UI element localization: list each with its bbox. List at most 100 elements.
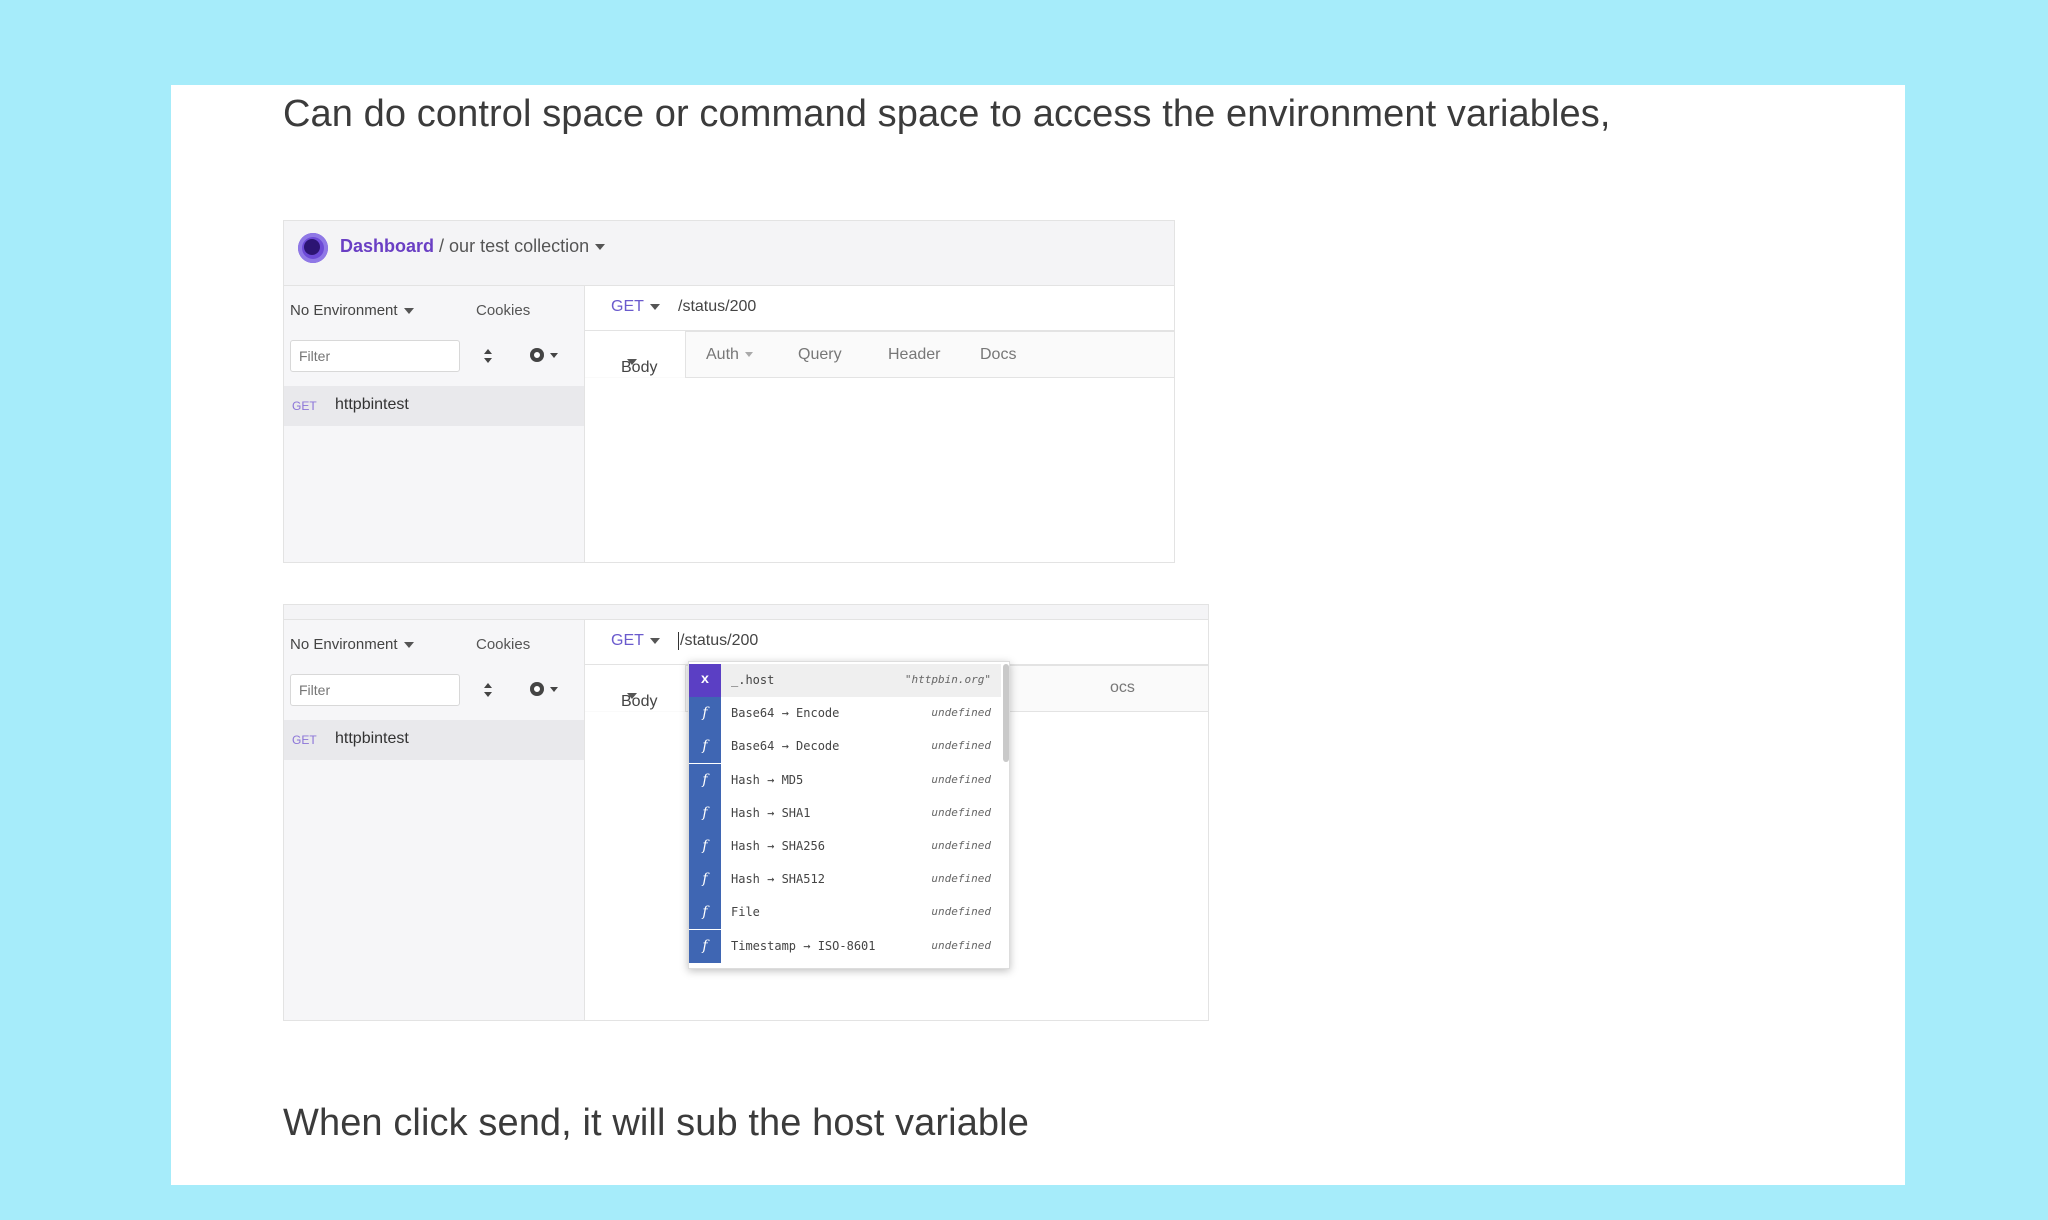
autocomplete-item[interactable]: f Hash → SHA256 undefined — [689, 830, 1001, 863]
request-name: httpbintest — [335, 730, 409, 747]
autocomplete-item-value: undefined — [931, 872, 991, 886]
function-icon: f — [689, 863, 721, 897]
chevron-down-icon — [403, 308, 414, 315]
function-icon: f — [689, 796, 721, 830]
autocomplete-scrollbar[interactable] — [1003, 664, 1009, 762]
url-input[interactable]: /status/200 — [678, 632, 758, 650]
autocomplete-item[interactable]: f Base64 → Encode undefined — [689, 697, 1001, 731]
note-page: Can do control space or command space to… — [171, 85, 1905, 1185]
autocomplete-item-name: File — [731, 905, 760, 920]
screenshot-autocomplete-view: No Environment Cookies GET httpbintest G… — [283, 604, 1209, 1021]
breadcrumb[interactable]: Dashboard / our test collection — [340, 236, 606, 257]
request-name: httpbintest — [335, 396, 409, 413]
autocomplete-item-name: Hash → SHA1 — [731, 805, 811, 820]
chevron-down-icon — [649, 637, 660, 644]
tab-docs[interactable]: Docs — [980, 346, 1016, 364]
breadcrumb-separator: / — [434, 236, 450, 256]
sort-icon[interactable] — [482, 680, 494, 700]
chevron-down-icon[interactable] — [550, 687, 558, 692]
app-header: Dashboard / our test collection — [284, 221, 1174, 286]
breadcrumb-dashboard[interactable]: Dashboard — [340, 236, 434, 256]
autocomplete-dropdown: x _.host "httpbin.org" f Base64 → Encode unde… — [688, 661, 1010, 969]
note-text-bottom: When click send, it will sub the host va… — [283, 1102, 1029, 1144]
autocomplete-item[interactable]: f File undefined — [689, 896, 1001, 930]
autocomplete-item-value: undefined — [931, 706, 991, 720]
filter-input[interactable] — [290, 674, 460, 706]
chevron-down-icon[interactable] — [550, 353, 558, 358]
autocomplete-item-value: undefined — [931, 938, 991, 952]
insomnia-logo-icon — [298, 233, 328, 263]
method-selector[interactable]: GET — [611, 632, 660, 650]
method-label: GET — [611, 632, 644, 649]
note-text-top: Can do control space or command space to… — [283, 93, 1611, 135]
autocomplete-item-value: undefined — [931, 839, 991, 852]
autocomplete-item-name: Hash → SHA256 — [731, 839, 825, 853]
request-method-badge: GET — [292, 733, 317, 747]
autocomplete-item-value: undefined — [931, 739, 991, 753]
function-icon: f — [689, 763, 721, 797]
autocomplete-item-value: undefined — [931, 772, 991, 786]
autocomplete-item[interactable]: f Hash → SHA1 undefined — [689, 796, 1001, 830]
function-icon: f — [689, 830, 721, 863]
environment-label: No Environment — [290, 636, 398, 653]
breadcrumb-collection[interactable]: our test collection — [449, 236, 589, 256]
autocomplete-item-value: "httpbin.org" — [904, 673, 991, 686]
autocomplete-item-name: Base64 → Decode — [731, 739, 840, 754]
chevron-down-icon — [403, 642, 414, 649]
request-list-item[interactable]: GET httpbintest — [284, 386, 584, 426]
request-tabs: Body Auth Query Header Docs — [585, 331, 1174, 378]
url-bar: GET /status/200 — [585, 620, 1208, 665]
function-icon: f — [689, 929, 721, 963]
autocomplete-item[interactable]: f Base64 → Decode undefined — [689, 730, 1001, 764]
request-list-item[interactable]: GET httpbintest — [284, 720, 584, 760]
method-label: GET — [611, 298, 644, 315]
chevron-down-icon — [744, 352, 753, 358]
sidebar: No Environment Cookies GET httpbintest — [284, 620, 585, 1020]
url-text: /status/200 — [680, 632, 759, 650]
url-input[interactable]: /status/200 — [678, 298, 756, 316]
environment-selector[interactable]: No Environment — [290, 636, 414, 653]
chevron-down-icon[interactable] — [595, 244, 606, 251]
cookies-button[interactable]: Cookies — [476, 636, 530, 653]
autocomplete-item[interactable]: x _.host "httpbin.org" — [689, 664, 1001, 697]
autocomplete-item[interactable]: f Hash → MD5 undefined — [689, 763, 1001, 797]
function-icon: f — [689, 697, 721, 731]
gear-icon[interactable] — [530, 348, 544, 362]
tab-auth-label: Auth — [706, 346, 739, 363]
autocomplete-item[interactable]: f Timestamp → ISO-8601 undefined — [689, 929, 1001, 963]
cookies-button[interactable]: Cookies — [476, 302, 530, 319]
variable-icon: x — [689, 664, 721, 697]
environment-selector[interactable]: No Environment — [290, 302, 414, 319]
function-icon: f — [689, 896, 721, 930]
gear-icon[interactable] — [530, 682, 544, 696]
sort-icon[interactable] — [482, 346, 494, 366]
filter-input[interactable] — [290, 340, 460, 372]
autocomplete-item[interactable]: f Hash → SHA512 undefined — [689, 863, 1001, 897]
function-icon: f — [689, 730, 721, 764]
autocomplete-item-value: undefined — [931, 805, 991, 819]
autocomplete-item-name: Hash → SHA512 — [731, 872, 825, 887]
tab-strip: Auth Query Header Docs — [685, 331, 1174, 378]
autocomplete-item-value: undefined — [931, 905, 991, 919]
chevron-down-icon — [649, 303, 660, 310]
method-selector[interactable]: GET — [611, 298, 660, 316]
autocomplete-item-name: Base64 → Encode — [731, 706, 840, 721]
tab-header[interactable]: Header — [888, 346, 940, 364]
request-method-badge: GET — [292, 399, 317, 413]
text-cursor — [678, 632, 679, 650]
autocomplete-item-name: _.host — [731, 673, 775, 687]
sidebar: No Environment Cookies GET httpbintest — [284, 286, 585, 562]
autocomplete-item-name: Timestamp → ISO-8601 — [731, 938, 876, 953]
tab-body[interactable]: Body — [585, 331, 685, 377]
environment-label: No Environment — [290, 302, 398, 319]
tab-auth[interactable]: Auth — [706, 346, 753, 364]
screenshot-request-view: Dashboard / our test collection No Envir… — [283, 220, 1175, 563]
url-bar: GET /status/200 — [585, 286, 1174, 331]
tab-query[interactable]: Query — [798, 346, 842, 364]
request-body-pane — [585, 378, 1174, 562]
autocomplete-item-name: Hash → MD5 — [731, 772, 804, 787]
tab-docs[interactable]: ocs — [1110, 679, 1135, 697]
chevron-down-icon — [627, 693, 637, 699]
app-header-strip — [284, 605, 1208, 620]
tab-body[interactable]: Body — [585, 665, 685, 711]
